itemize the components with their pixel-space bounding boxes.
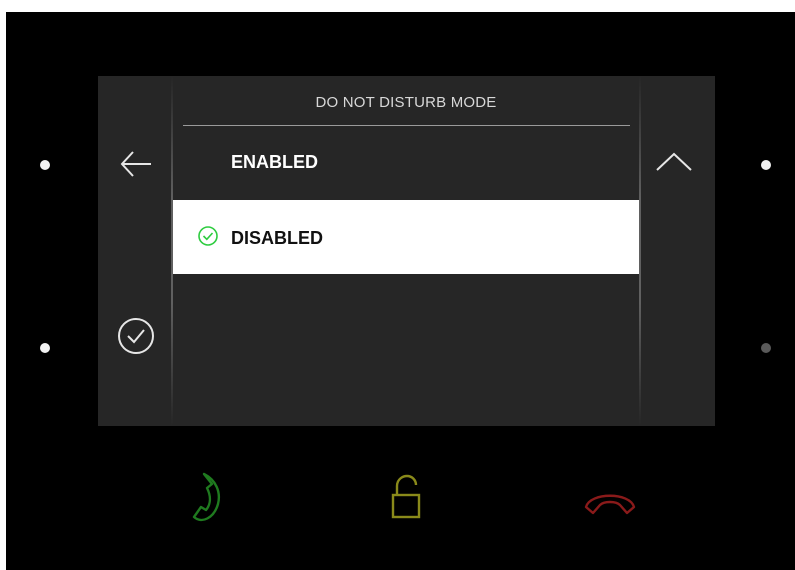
option-label: DISABLED bbox=[231, 228, 324, 248]
title-underline bbox=[183, 125, 630, 126]
back-button[interactable] bbox=[118, 146, 154, 182]
hang-up-icon bbox=[584, 494, 636, 515]
led-left-top bbox=[40, 160, 50, 170]
hang-up-button[interactable] bbox=[580, 480, 640, 516]
check-circle-icon bbox=[198, 226, 218, 246]
confirm-button[interactable] bbox=[116, 316, 156, 356]
option-label: ENABLED bbox=[231, 152, 319, 172]
phone-icon bbox=[192, 472, 220, 522]
call-button[interactable] bbox=[178, 470, 224, 528]
arrow-left-icon bbox=[120, 151, 151, 177]
led-right-top bbox=[761, 160, 771, 170]
chevron-up-icon bbox=[656, 152, 692, 171]
option-enabled[interactable]: ENABLED bbox=[173, 128, 639, 202]
check-circle-icon bbox=[118, 318, 154, 354]
option-disabled[interactable]: DISABLED bbox=[173, 200, 639, 274]
led-left-bottom bbox=[40, 343, 50, 353]
display-screen: DO NOT DISTURB MODE ENABLED DISABLED bbox=[98, 76, 715, 426]
scroll-up-button[interactable] bbox=[654, 148, 694, 178]
unlock-button[interactable] bbox=[388, 474, 424, 522]
screen-title: DO NOT DISTURB MODE bbox=[315, 94, 497, 111]
led-right-bottom bbox=[761, 343, 771, 353]
unlock-icon bbox=[391, 474, 421, 519]
right-divider bbox=[639, 76, 641, 426]
